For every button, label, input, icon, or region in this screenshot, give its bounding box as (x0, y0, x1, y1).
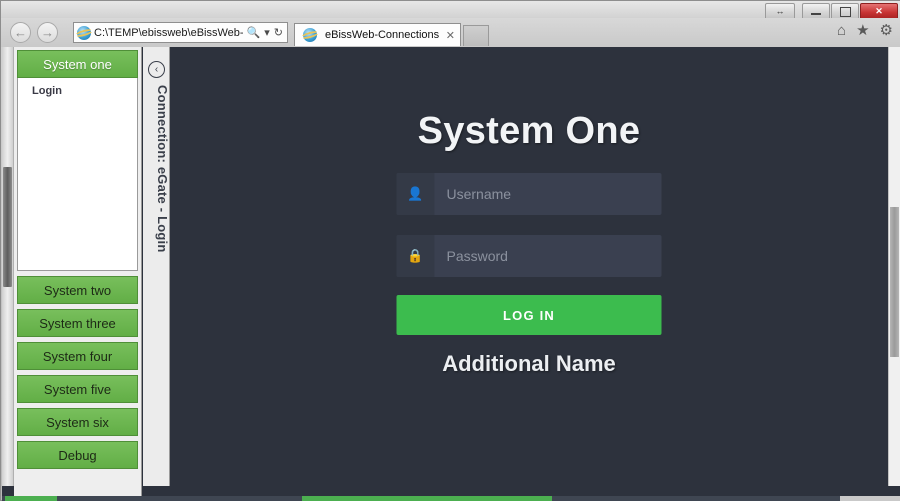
scroll-left-indicator (5, 496, 57, 501)
toolbar-icons: ⌂ ★ ⚙ (837, 23, 893, 38)
horizontal-scrollbar-thumb[interactable] (302, 496, 552, 501)
sidebar-item-debug[interactable]: Debug (17, 441, 138, 469)
tab-title: eBissWeb-Connections (325, 29, 439, 41)
user-icon: 👤 (397, 173, 435, 215)
page-scrollbar[interactable] (888, 47, 900, 486)
password-field[interactable]: 🔒 Password (397, 235, 662, 277)
sidebar-item-system-two[interactable]: System two (17, 276, 138, 304)
back-arrow-icon: ← (14, 25, 27, 40)
login-button-label: LOG IN (503, 308, 555, 323)
sidebar-item-system-six[interactable]: System six (17, 408, 138, 436)
address-bar[interactable]: C:\TEMP\ebissweb\eBissWeb-Conn 🔍 ▾ ↻ (73, 22, 288, 43)
back-button[interactable]: ← (10, 22, 31, 43)
sidebar-item-label: System six (46, 415, 109, 430)
chevron-left-icon: ‹ (155, 64, 158, 75)
systems-sidebar: System one Login System two System three… (14, 47, 142, 486)
sidebar-item-system-four[interactable]: System four (17, 342, 138, 370)
new-tab-button[interactable] (463, 25, 489, 46)
favorites-icon[interactable]: ★ (856, 23, 869, 38)
internet-explorer-icon (77, 26, 91, 40)
tab-close-icon[interactable]: ✕ (446, 29, 455, 42)
username-input[interactable]: Username (435, 173, 662, 215)
screenshot-root: ↔ ✕ ← → C:\TE (0, 0, 900, 501)
password-input[interactable]: Password (435, 235, 662, 277)
system-one-submenu: Login (17, 78, 138, 271)
sidebar-item-label: System five (44, 382, 111, 397)
sidebar-item-label: Debug (58, 448, 96, 463)
title-bar: ↔ ✕ (1, 1, 900, 18)
tab-favicon-icon (303, 28, 317, 42)
horizontal-scrollbar[interactable] (2, 496, 900, 501)
page-viewport: System one Login System two System three… (2, 47, 900, 501)
resize-icon: ↔ (776, 7, 785, 16)
browser-window: ↔ ✕ ← → C:\TE (0, 0, 900, 501)
refresh-icon[interactable]: ↻ (274, 26, 283, 39)
forward-arrow-icon: → (41, 25, 54, 40)
horizontal-scroll-area (2, 486, 900, 501)
collapse-panel-button[interactable]: ‹ (148, 61, 165, 78)
username-field[interactable]: 👤 Username (397, 173, 662, 215)
sidebar-item-label: System four (43, 349, 112, 364)
search-icon[interactable]: 🔍 (247, 26, 261, 39)
page-scrollbar-thumb[interactable] (890, 207, 899, 357)
additional-name-label: Additional Name (397, 351, 662, 377)
connection-label: Connection: eGate - Login (143, 85, 170, 253)
sidebar-item-system-one[interactable]: System one (17, 50, 138, 78)
maximize-icon (840, 7, 851, 17)
minimize-icon (811, 13, 821, 15)
home-icon[interactable]: ⌂ (837, 23, 846, 38)
settings-icon[interactable]: ⚙ (880, 23, 893, 38)
address-bar-icons: 🔍 ▾ ↻ (243, 26, 287, 39)
sidebar-item-system-three[interactable]: System three (17, 309, 138, 337)
browser-toolbar: ← → C:\TEMP\ebissweb\eBissWeb-Conn 🔍 ▾ ↻… (1, 18, 900, 47)
sidebar-item-label: System two (44, 283, 111, 298)
left-scrollbar[interactable] (2, 47, 14, 486)
close-icon: ✕ (875, 7, 883, 16)
connection-strip: ‹ Connection: eGate - Login (143, 47, 170, 486)
browser-tab[interactable]: eBissWeb-Connections ✕ (294, 23, 461, 46)
login-button[interactable]: LOG IN (397, 295, 662, 335)
sidebar-item-system-five[interactable]: System five (17, 375, 138, 403)
submenu-item-login[interactable]: Login (32, 85, 137, 97)
login-form: System One 👤 Username 🔒 Password LOG IN … (397, 47, 662, 377)
sidebar-item-label: System one (43, 57, 112, 72)
chevron-down-icon[interactable]: ▾ (264, 26, 270, 39)
sidebar-item-label: System three (39, 316, 116, 331)
left-scrollbar-thumb[interactable] (3, 167, 12, 287)
page-title: System One (397, 110, 662, 153)
address-input[interactable]: C:\TEMP\ebissweb\eBissWeb-Conn (94, 27, 243, 39)
scroll-right-indicator (840, 496, 900, 501)
lock-icon: 🔒 (397, 235, 435, 277)
forward-button[interactable]: → (37, 22, 58, 43)
login-page: System One 👤 Username 🔒 Password LOG IN … (170, 47, 888, 486)
